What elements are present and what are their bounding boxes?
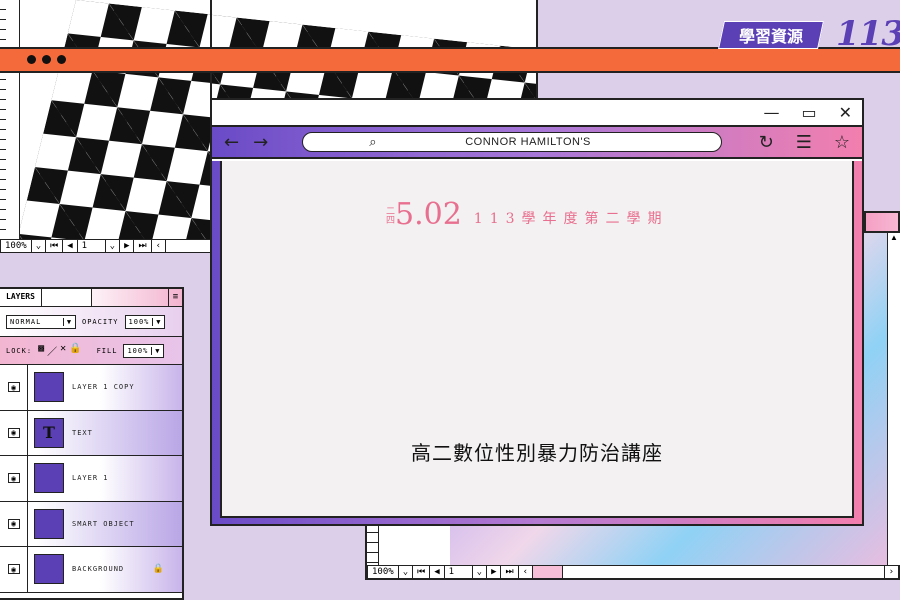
tab-layers[interactable]: LAYERS — [0, 289, 42, 306]
zoom-value: 100% — [368, 566, 399, 578]
menu-icon[interactable]: ☰ — [796, 132, 812, 153]
zoom-dropdown[interactable]: ⌄ — [32, 240, 47, 252]
scroll-right-button[interactable]: › — [885, 566, 899, 578]
search-icon: ⌕ — [369, 134, 377, 149]
zoom-dropdown[interactable]: ⌄ — [399, 566, 414, 578]
page-content: 二四 5.02 113學年度第二學期 高二數位性別暴力防治講座 — [220, 161, 854, 518]
checker-pattern — [5, 0, 210, 253]
browser-window: — ▭ ✕ ← → ⌕ CONNOR HAMILTON'S ↻ ☰ ☆ 二四 5… — [210, 98, 864, 526]
back-nav-bar: 100% ⌄ ⏮ ◀ 1 ⌄ ▶ ⏭ ‹ › — [367, 565, 900, 579]
address-text: CONNOR HAMILTON'S — [465, 136, 591, 148]
layer-name: BACKGROUND — [72, 565, 125, 574]
back-scrollbar[interactable]: ▲ — [887, 233, 900, 565]
layer-thumbnail — [34, 372, 64, 403]
tab-empty[interactable] — [41, 289, 92, 306]
eye-icon[interactable]: ◉ — [7, 382, 20, 393]
back-window-tab — [864, 211, 900, 233]
layer-row[interactable]: ◉ LAYER 1 — [0, 456, 182, 502]
blend-row: NORMAL ▼ OPACITY 100% ▼ — [0, 307, 182, 337]
layers-tab-bar: LAYERS ≡ — [0, 289, 182, 307]
layers-panel: LAYERS ≡ NORMAL ▼ OPACITY 100% ▼ LOCK: ▩ ／… — [0, 287, 184, 600]
next-page-button[interactable]: ▶ — [487, 566, 502, 578]
orange-window-bar — [0, 47, 900, 73]
date-number: 5.02 — [395, 197, 462, 232]
badge-number: 113 — [836, 14, 900, 54]
semester-label: 113學年度第二學期 — [473, 210, 669, 227]
layer-name: LAYER 1 — [72, 474, 109, 483]
maximize-icon[interactable]: ▭ — [801, 103, 816, 122]
scroll-left-button[interactable]: ‹ — [519, 566, 534, 578]
badge-label: 學習資源 — [738, 29, 803, 46]
eye-icon[interactable]: ◉ — [7, 427, 20, 438]
opacity-label: OPACITY — [82, 317, 119, 326]
scroll-left-button[interactable]: ‹ — [152, 240, 167, 252]
event-title: 高二數位性別暴力防治講座 — [411, 441, 663, 465]
lock-label: LOCK: — [6, 346, 33, 355]
forward-arrow-icon[interactable]: → — [253, 132, 268, 153]
opacity-select[interactable]: 100% ▼ — [124, 314, 166, 329]
layer-thumbnail — [34, 508, 64, 539]
eye-icon[interactable]: ◉ — [7, 473, 20, 484]
prev-page-button[interactable]: ◀ — [63, 240, 78, 252]
title-bar: — ▭ ✕ — [212, 100, 862, 127]
layer-row[interactable]: ◉ SMART OBJECT — [0, 501, 182, 547]
page-number[interactable]: 1 — [78, 240, 106, 252]
fill-label: FILL — [96, 346, 118, 355]
panel-menu-icon[interactable]: ≡ — [168, 289, 182, 306]
next-page-button[interactable]: ▶ — [120, 240, 135, 252]
star-icon[interactable]: ☆ — [834, 132, 850, 153]
page-dropdown[interactable]: ⌄ — [473, 566, 488, 578]
lock-paint-icon[interactable]: ／ — [47, 343, 58, 358]
minimize-icon[interactable]: — — [763, 103, 779, 122]
event-date: 二四 5.02 113學年度第二學期 — [384, 197, 678, 232]
layer-thumbnail — [34, 554, 64, 585]
refresh-icon[interactable]: ↻ — [759, 132, 774, 153]
last-page-button[interactable]: ⏭ — [134, 240, 152, 252]
window-dots — [27, 55, 66, 64]
prev-page-button[interactable]: ◀ — [430, 566, 445, 578]
back-arrow-icon[interactable]: ← — [224, 132, 239, 153]
page-dropdown[interactable]: ⌄ — [106, 240, 121, 252]
eye-icon[interactable]: ◉ — [7, 518, 20, 529]
layer-name: LAYER 1 COPY — [72, 383, 135, 392]
scroll-up-icon[interactable]: ▲ — [888, 233, 900, 242]
lock-row: LOCK: ▩ ／ ✕ 🔒 FILL 100% ▼ — [0, 337, 182, 365]
layer-thumbnail — [34, 463, 64, 494]
checker-image-window — [0, 0, 212, 253]
browser-toolbar: ← → ⌕ CONNOR HAMILTON'S ↻ ☰ ☆ — [212, 127, 862, 159]
layer-row[interactable]: ◉ T TEXT — [0, 410, 182, 456]
blend-mode-select[interactable]: NORMAL ▼ — [6, 314, 76, 329]
date-weekday: 二四 — [384, 205, 394, 224]
layer-name: TEXT — [72, 428, 93, 437]
lock-all-icon[interactable]: 🔒 — [69, 343, 82, 358]
close-icon[interactable]: ✕ — [839, 103, 852, 122]
vertical-ruler — [0, 0, 20, 240]
layer-name: SMART OBJECT — [72, 519, 135, 528]
page-number[interactable]: 1 — [445, 566, 473, 578]
content-frame: 二四 5.02 113學年度第二學期 高二數位性別暴力防治講座 — [212, 161, 862, 524]
layer-row[interactable]: ◉ BACKGROUND 🔒 — [0, 547, 182, 593]
first-page-button[interactable]: ⏮ — [413, 566, 431, 578]
horizontal-scroll-track[interactable] — [563, 566, 885, 578]
eye-icon[interactable]: ◉ — [7, 564, 20, 575]
address-bar[interactable]: ⌕ CONNOR HAMILTON'S — [302, 132, 723, 152]
lock-transparent-icon[interactable]: ▩ — [38, 343, 45, 358]
checker-nav-bar: 100% ⌄ ⏮ ◀ 1 ⌄ ▶ ⏭ ‹ — [0, 239, 212, 253]
first-page-button[interactable]: ⏮ — [46, 240, 64, 252]
horizontal-scroll-thumb[interactable] — [533, 566, 564, 578]
lock-position-icon[interactable]: ✕ — [60, 343, 67, 358]
lock-icon: 🔒 — [152, 564, 164, 575]
last-page-button[interactable]: ⏭ — [501, 566, 519, 578]
zoom-value: 100% — [1, 240, 32, 252]
fill-select[interactable]: 100% ▼ — [123, 343, 165, 358]
layer-row[interactable]: ◉ LAYER 1 COPY — [0, 365, 182, 411]
text-layer-thumbnail: T — [34, 417, 64, 448]
